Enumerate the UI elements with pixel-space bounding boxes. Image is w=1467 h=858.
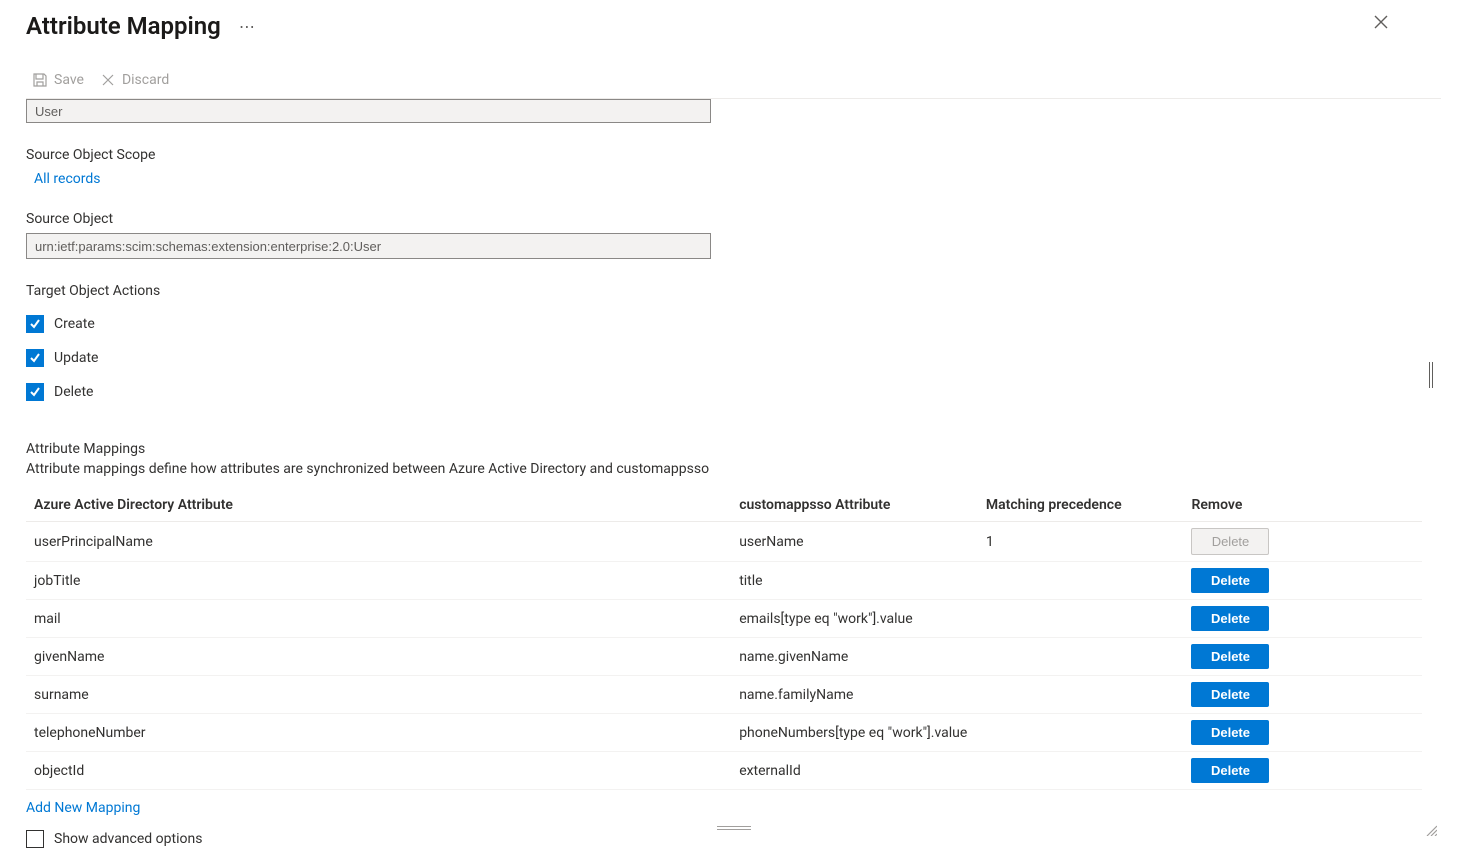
delete-button[interactable]: Delete <box>1191 682 1269 707</box>
cell-remove: Delete <box>1183 638 1422 676</box>
save-button[interactable]: Save <box>32 72 84 88</box>
delete-button[interactable]: Delete <box>1191 606 1269 631</box>
scroll-hint-icon <box>1429 362 1433 388</box>
check-icon <box>29 352 41 364</box>
show-advanced-label: Show advanced options <box>54 831 202 847</box>
user-type-input[interactable] <box>26 99 711 123</box>
delete-button[interactable]: Delete <box>1191 644 1269 669</box>
cell-target-attribute: externalId <box>731 752 978 790</box>
source-object-label: Source Object <box>26 211 1422 227</box>
table-row[interactable]: givenNamename.givenName Delete <box>26 638 1422 676</box>
cell-aad-attribute: jobTitle <box>26 562 731 600</box>
cell-matching-precedence <box>978 562 1184 600</box>
col-header-aad: Azure Active Directory Attribute <box>26 489 731 522</box>
table-row[interactable]: mailemails[type eq "work"].value Delete <box>26 600 1422 638</box>
col-header-target: customappsso Attribute <box>731 489 978 522</box>
delete-checkbox[interactable] <box>26 383 44 401</box>
delete-checkbox-label: Delete <box>54 384 93 400</box>
table-row[interactable]: jobTitletitle Delete <box>26 562 1422 600</box>
delete-button[interactable]: Delete <box>1191 568 1269 593</box>
create-checkbox[interactable] <box>26 315 44 333</box>
table-row[interactable]: surnamename.familyName Delete <box>26 676 1422 714</box>
cell-target-attribute: name.givenName <box>731 638 978 676</box>
source-object-input[interactable] <box>26 233 711 259</box>
cell-aad-attribute: surname <box>26 676 731 714</box>
cell-target-attribute: name.familyName <box>731 676 978 714</box>
update-checkbox-label: Update <box>54 350 98 366</box>
cell-matching-precedence <box>978 714 1184 752</box>
discard-button-label: Discard <box>122 72 169 88</box>
update-checkbox[interactable] <box>26 349 44 367</box>
attribute-mappings-table: Azure Active Directory Attribute customa… <box>26 489 1422 790</box>
source-scope-link[interactable]: All records <box>34 171 101 187</box>
resize-handle-icon[interactable] <box>717 826 751 830</box>
check-icon <box>29 318 41 330</box>
show-advanced-checkbox[interactable] <box>26 830 44 848</box>
cell-remove: Delete <box>1183 562 1422 600</box>
cell-target-attribute: userName <box>731 522 978 562</box>
cell-aad-attribute: objectId <box>26 752 731 790</box>
cell-aad-attribute: userPrincipalName <box>26 522 731 562</box>
discard-button[interactable]: Discard <box>100 72 169 88</box>
table-row[interactable]: objectIdexternalId Delete <box>26 752 1422 790</box>
more-icon[interactable]: ⋯ <box>239 17 256 36</box>
create-checkbox-label: Create <box>54 316 95 332</box>
cell-matching-precedence <box>978 638 1184 676</box>
col-header-precedence: Matching precedence <box>978 489 1184 522</box>
cell-remove: Delete <box>1183 752 1422 790</box>
resize-corner-icon[interactable] <box>1423 822 1437 836</box>
close-icon[interactable] <box>1373 14 1389 34</box>
cell-aad-attribute: telephoneNumber <box>26 714 731 752</box>
cell-remove: Delete <box>1183 676 1422 714</box>
save-icon <box>32 72 48 88</box>
add-new-mapping-link[interactable]: Add New Mapping <box>26 800 140 816</box>
delete-button: Delete <box>1191 528 1269 555</box>
table-row[interactable]: userPrincipalNameuserName1 Delete <box>26 522 1422 562</box>
page-title: Attribute Mapping <box>26 12 221 40</box>
cell-matching-precedence <box>978 752 1184 790</box>
table-row[interactable]: telephoneNumberphoneNumbers[type eq "wor… <box>26 714 1422 752</box>
discard-icon <box>100 72 116 88</box>
cell-target-attribute: title <box>731 562 978 600</box>
cell-remove: Delete <box>1183 600 1422 638</box>
target-object-actions-label: Target Object Actions <box>26 283 1422 299</box>
cell-matching-precedence <box>978 676 1184 714</box>
source-object-scope-label: Source Object Scope <box>26 147 1422 163</box>
cell-target-attribute: emails[type eq "work"].value <box>731 600 978 638</box>
cell-remove: Delete <box>1183 714 1422 752</box>
attribute-mappings-description: Attribute mappings define how attributes… <box>26 461 1422 477</box>
col-header-remove: Remove <box>1183 489 1422 522</box>
attribute-mappings-title: Attribute Mappings <box>26 441 1422 457</box>
cell-aad-attribute: givenName <box>26 638 731 676</box>
cell-matching-precedence: 1 <box>978 522 1184 562</box>
cell-remove: Delete <box>1183 522 1422 562</box>
delete-button[interactable]: Delete <box>1191 758 1269 783</box>
cell-target-attribute: phoneNumbers[type eq "work"].value <box>731 714 978 752</box>
save-button-label: Save <box>54 72 84 88</box>
check-icon <box>29 386 41 398</box>
delete-button[interactable]: Delete <box>1191 720 1269 745</box>
cell-aad-attribute: mail <box>26 600 731 638</box>
cell-matching-precedence <box>978 600 1184 638</box>
